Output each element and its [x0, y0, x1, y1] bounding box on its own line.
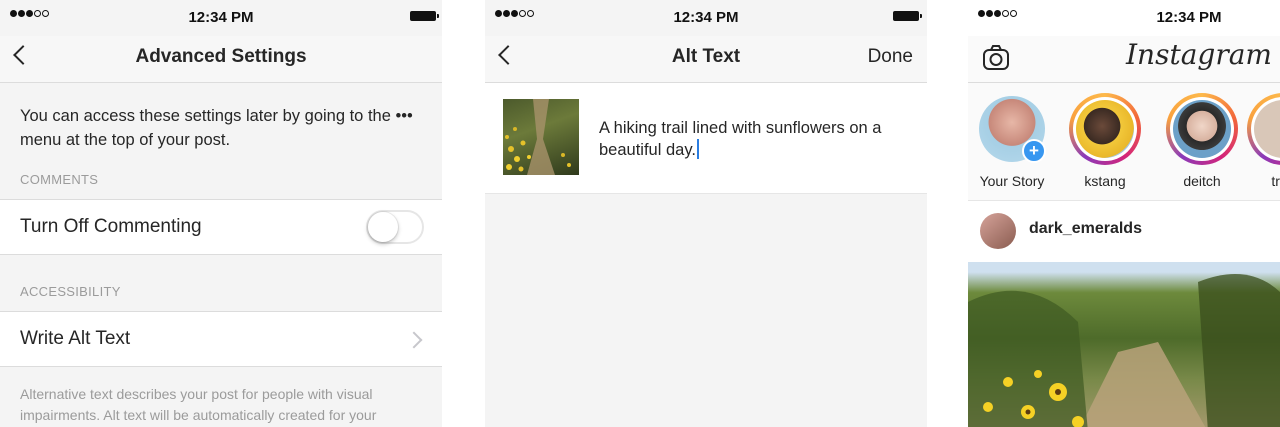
story-ring: +	[976, 93, 1048, 165]
story-ring	[1069, 93, 1141, 165]
avatar	[1254, 100, 1280, 158]
advanced-settings-screen: 12:34 PM Advanced Settings You can acces…	[0, 0, 442, 427]
status-bar: 12:34 PM	[0, 0, 442, 36]
done-button[interactable]: Done	[868, 46, 913, 68]
battery-icon	[410, 11, 439, 21]
camera-icon[interactable]	[982, 44, 1010, 72]
turn-off-commenting-toggle[interactable]	[366, 210, 424, 244]
story-trav[interactable]: trav	[1238, 93, 1280, 189]
settings-intro-text: You can access these settings later by g…	[20, 107, 413, 149]
status-bar: 12:34 PM	[968, 0, 1280, 36]
status-time: 12:34 PM	[188, 9, 254, 26]
story-name: trav	[1271, 173, 1280, 189]
page-title: Alt Text	[671, 46, 741, 67]
nav-bar: Alt Text Done	[485, 36, 927, 83]
nav-bar: Instagram	[968, 36, 1280, 83]
status-time: 12:34 PM	[1156, 9, 1222, 26]
post-thumbnail	[503, 99, 579, 175]
alt-text-editor: A hiking trail lined with sunflowers on …	[485, 83, 927, 194]
comments-section-header: COMMENTS	[20, 172, 99, 187]
alt-text-value: A hiking trail lined with sunflowers on …	[599, 119, 882, 159]
story-deitch[interactable]: deitch	[1157, 93, 1247, 189]
story-your-story[interactable]: + Your Story	[968, 93, 1057, 189]
accessibility-section-header: ACCESSIBILITY	[20, 284, 121, 299]
story-ring	[1247, 93, 1280, 165]
nav-bar: Advanced Settings	[0, 36, 442, 83]
chevron-right-icon	[405, 331, 423, 349]
toggle-knob	[368, 212, 398, 242]
avatar[interactable]	[980, 213, 1016, 249]
turn-off-commenting-label: Turn Off Commenting	[20, 216, 202, 237]
text-cursor	[696, 139, 699, 159]
instagram-logo: Instagram	[1126, 38, 1272, 71]
write-alt-text-row[interactable]: Write Alt Text	[0, 311, 442, 367]
post-header: dark_emeralds	[968, 201, 1280, 261]
post-username[interactable]: dark_emeralds	[1029, 220, 1142, 238]
avatar	[1076, 100, 1134, 158]
add-story-icon[interactable]: +	[1022, 139, 1046, 163]
write-alt-text-label: Write Alt Text	[20, 328, 131, 349]
avatar	[1173, 100, 1231, 158]
post-image[interactable]	[968, 262, 1280, 427]
instagram-feed-screen: 12:34 PM Instagram + Your Story kstang d…	[968, 0, 1280, 427]
story-name: deitch	[1183, 173, 1221, 189]
status-time: 12:34 PM	[673, 9, 739, 26]
story-ring	[1166, 93, 1238, 165]
story-kstang[interactable]: kstang	[1060, 93, 1150, 189]
turn-off-commenting-row: Turn Off Commenting	[0, 199, 442, 255]
alt-text-footnote: Alternative text describes your post for…	[20, 386, 377, 423]
story-name: kstang	[1084, 173, 1126, 189]
status-bar: 12:34 PM	[485, 0, 927, 36]
stories-tray: + Your Story kstang deitch trav	[968, 83, 1280, 201]
page-title: Advanced Settings	[135, 46, 307, 67]
alt-text-input[interactable]: A hiking trail lined with sunflowers on …	[599, 117, 899, 161]
alt-text-screen: 12:34 PM Alt Text Done A hiking trail li…	[485, 0, 927, 427]
battery-icon	[893, 11, 922, 21]
story-name: Your Story	[979, 173, 1045, 189]
